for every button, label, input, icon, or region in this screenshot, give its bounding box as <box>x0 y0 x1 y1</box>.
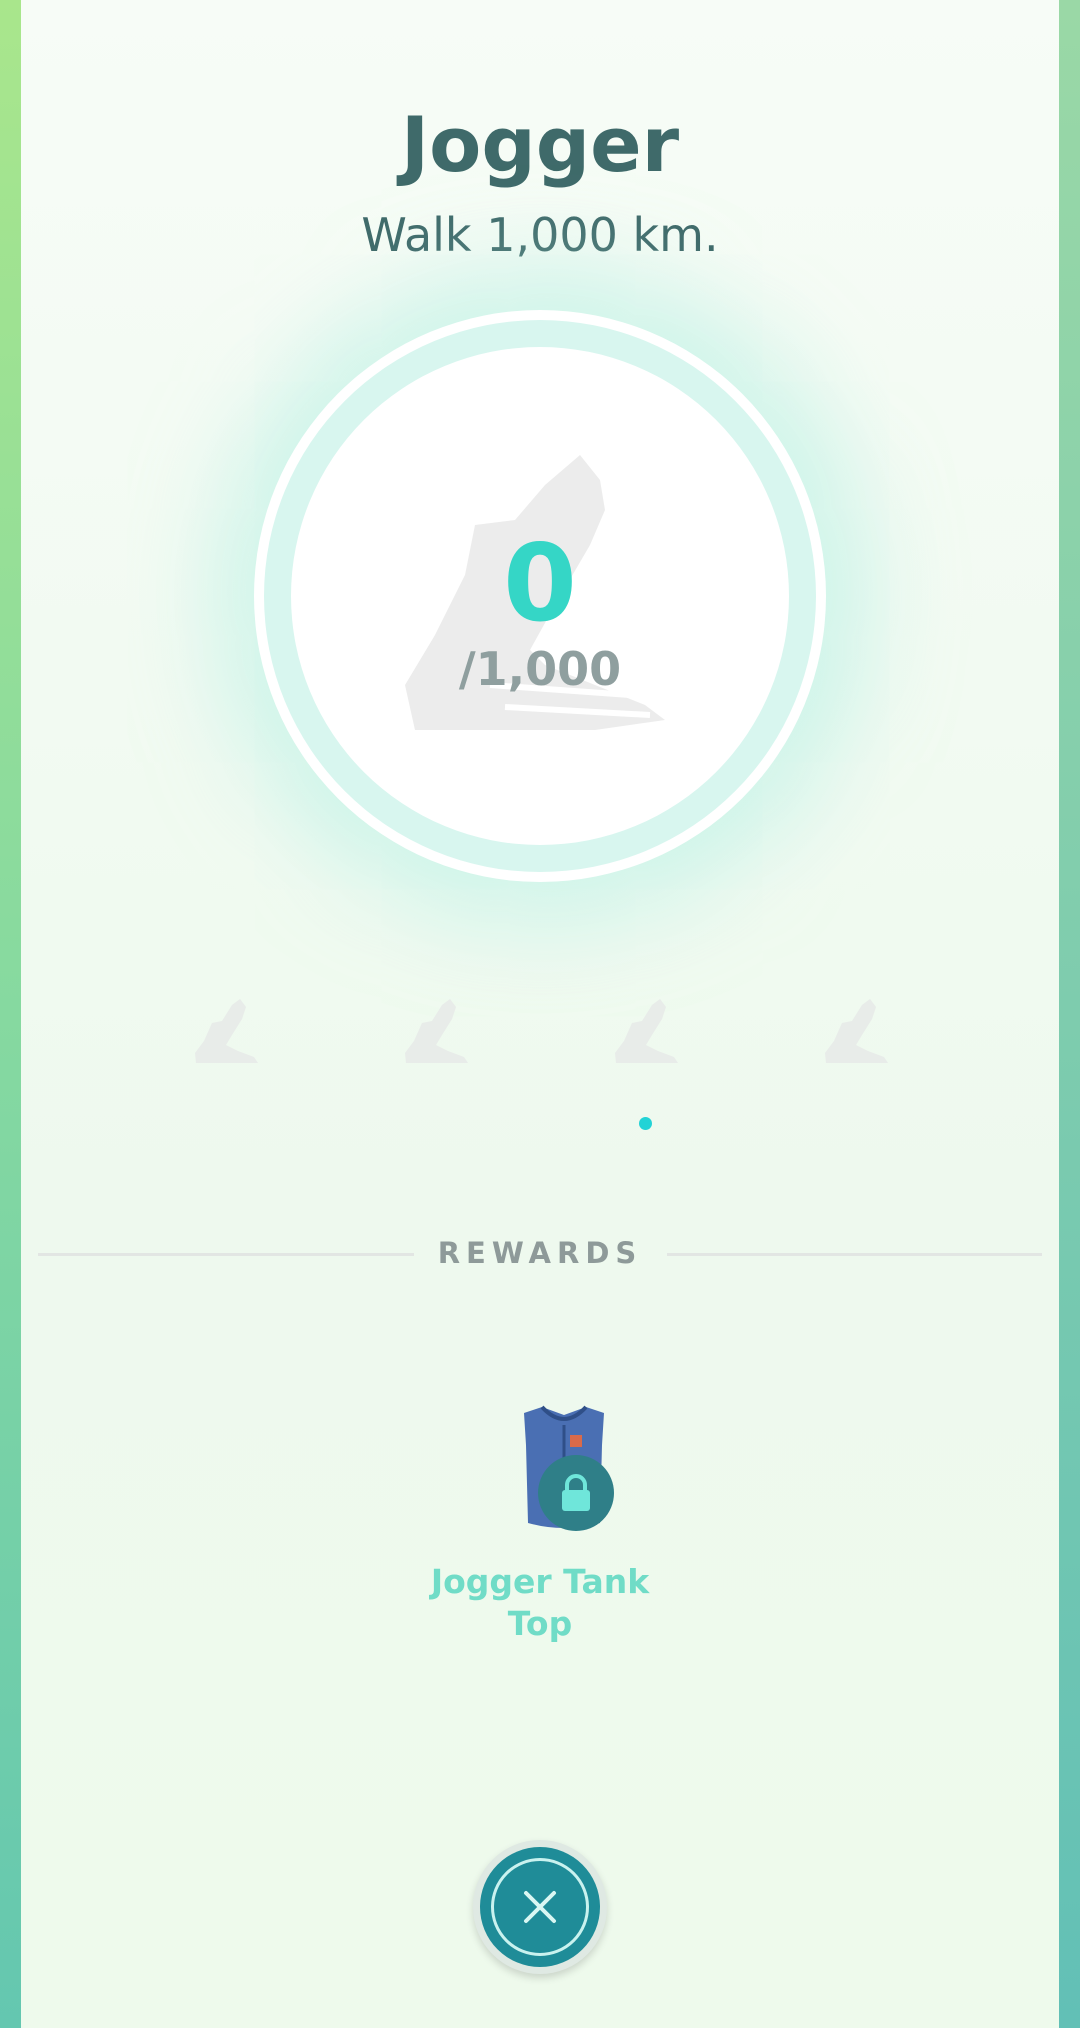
medal-badge: 0 /1,000 <box>291 347 789 845</box>
medal-tier-carousel[interactable] <box>0 995 1080 1070</box>
reward-name: Jogger Tank Top <box>430 1562 650 1643</box>
close-button-face[interactable] <box>480 1847 600 1967</box>
shoe-tier-icon[interactable] <box>402 995 472 1065</box>
rewards-divider-right <box>667 1253 1042 1256</box>
page-indicator-dot <box>639 1117 652 1130</box>
lock-icon <box>538 1455 614 1531</box>
progress-value: 0 <box>503 522 577 645</box>
medal-title: Jogger <box>400 100 680 189</box>
shoe-tier-icon[interactable] <box>612 995 682 1065</box>
shoe-tier-icon[interactable] <box>822 995 892 1065</box>
reward-item[interactable]: Jogger Tank Top <box>430 1405 650 1645</box>
padlock-glyph <box>562 1474 590 1511</box>
medal-description: Walk 1,000 km. <box>361 208 719 262</box>
close-button[interactable] <box>473 1840 607 1974</box>
close-button-ring[interactable] <box>491 1858 589 1956</box>
progress-target: /1,000 <box>458 642 622 696</box>
close-icon[interactable] <box>520 1887 560 1927</box>
shoe-tier-icon[interactable] <box>192 995 262 1065</box>
